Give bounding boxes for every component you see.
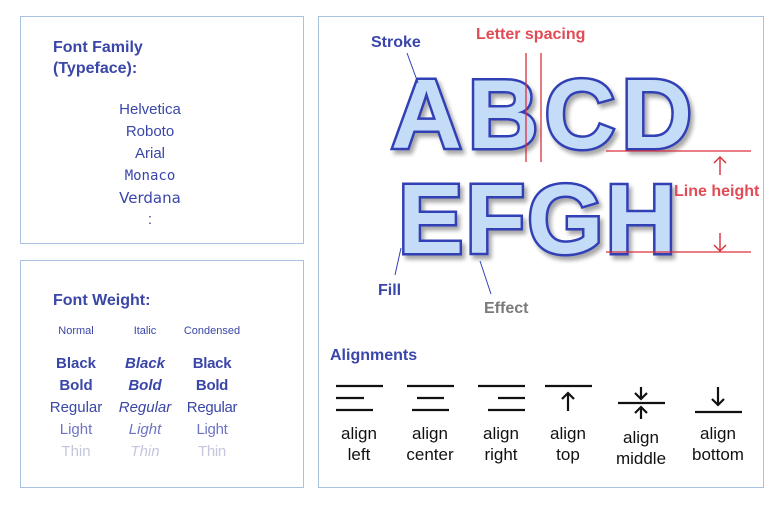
align-right-item: align right	[466, 383, 536, 465]
label-line1: align	[412, 424, 448, 443]
align-right-label: align right	[466, 423, 536, 465]
align-center-label: align center	[395, 423, 465, 465]
font-family-item: Monaco	[124, 168, 176, 184]
font-family-item: Roboto	[125, 123, 175, 140]
column-header: Normal	[58, 325, 94, 337]
column-header: Condensed	[183, 325, 241, 337]
label-line2: bottom	[692, 445, 744, 464]
letter-spacing-label: Letter spacing	[476, 26, 586, 43]
arrow-down-icon	[713, 233, 727, 252]
align-bottom-icon	[695, 387, 742, 414]
align-middle-item: align middle	[606, 387, 676, 469]
weight-column-normal: Normal Black Bold Regular Light Thin	[36, 323, 116, 463]
align-bottom-item: align bottom	[683, 383, 753, 465]
font-family-ellipsis: :	[147, 211, 153, 228]
type-anatomy-panel: ABCD EFGH Stroke Letter spacing Line hei…	[318, 16, 764, 488]
label-line2: top	[556, 445, 580, 464]
alignments-heading: Alignments	[330, 347, 418, 364]
label-line2: center	[406, 445, 454, 464]
font-family-item: Arial	[134, 145, 165, 162]
label-line1: align	[341, 424, 377, 443]
font-family-heading: Font Family (Typeface):	[53, 39, 143, 77]
weight-bold: Bold	[59, 377, 93, 394]
align-left-item: align left	[324, 383, 394, 465]
align-left-icon	[336, 384, 383, 412]
weight-light: Light	[196, 421, 228, 438]
label-line2: middle	[615, 449, 667, 468]
label-line1: align	[700, 424, 736, 443]
weight-regular: Regular	[186, 399, 238, 416]
line-height-label: Line height	[674, 183, 760, 200]
weight-thin: Thin	[198, 443, 226, 460]
align-top-icon	[545, 384, 592, 411]
label-line2: right	[484, 445, 518, 464]
label-line1: align	[483, 424, 519, 443]
font-family-list: Helvetica Roboto Arial Monaco Verdana :	[91, 99, 209, 231]
weight-black: Black	[55, 355, 97, 372]
label-line1: align	[550, 424, 586, 443]
align-right-icon	[478, 384, 525, 412]
sample-letters-line1: ABCD	[391, 59, 698, 169]
weight-regular: Regular	[49, 399, 103, 416]
font-family-panel: Font Family (Typeface): Helvetica Roboto…	[20, 16, 304, 244]
effect-label: Effect	[484, 300, 529, 317]
align-top-label: align top	[533, 423, 603, 465]
align-center-icon	[407, 384, 454, 412]
align-middle-label: align middle	[606, 427, 676, 469]
weight-light: Light	[59, 421, 93, 438]
weight-bold: Bold	[195, 377, 229, 394]
weight-thin: Thin	[61, 443, 91, 460]
font-family-item: Helvetica	[119, 101, 181, 118]
align-bottom-label: align bottom	[683, 423, 753, 465]
fill-label: Fill	[378, 282, 402, 299]
arrow-up-icon	[713, 156, 727, 175]
font-family-item: Verdana	[119, 189, 181, 207]
sample-letters-line2: EFGH	[398, 164, 678, 274]
font-weight-heading: Font Weight:	[53, 292, 151, 309]
weight-black: Black	[192, 355, 232, 372]
label-line2: left	[347, 445, 371, 464]
align-middle-icon	[618, 387, 665, 419]
align-center-item: align center	[395, 383, 465, 465]
align-left-label: align left	[324, 423, 394, 465]
label-line1: align	[623, 428, 659, 447]
font-weight-panel: Font Weight: Normal Black Bold Regular L…	[20, 260, 304, 488]
stroke-label: Stroke	[371, 34, 421, 51]
weight-column-condensed: Condensed Black Bold Regular Light Thin	[172, 323, 252, 463]
align-top-item: align top	[533, 383, 603, 465]
